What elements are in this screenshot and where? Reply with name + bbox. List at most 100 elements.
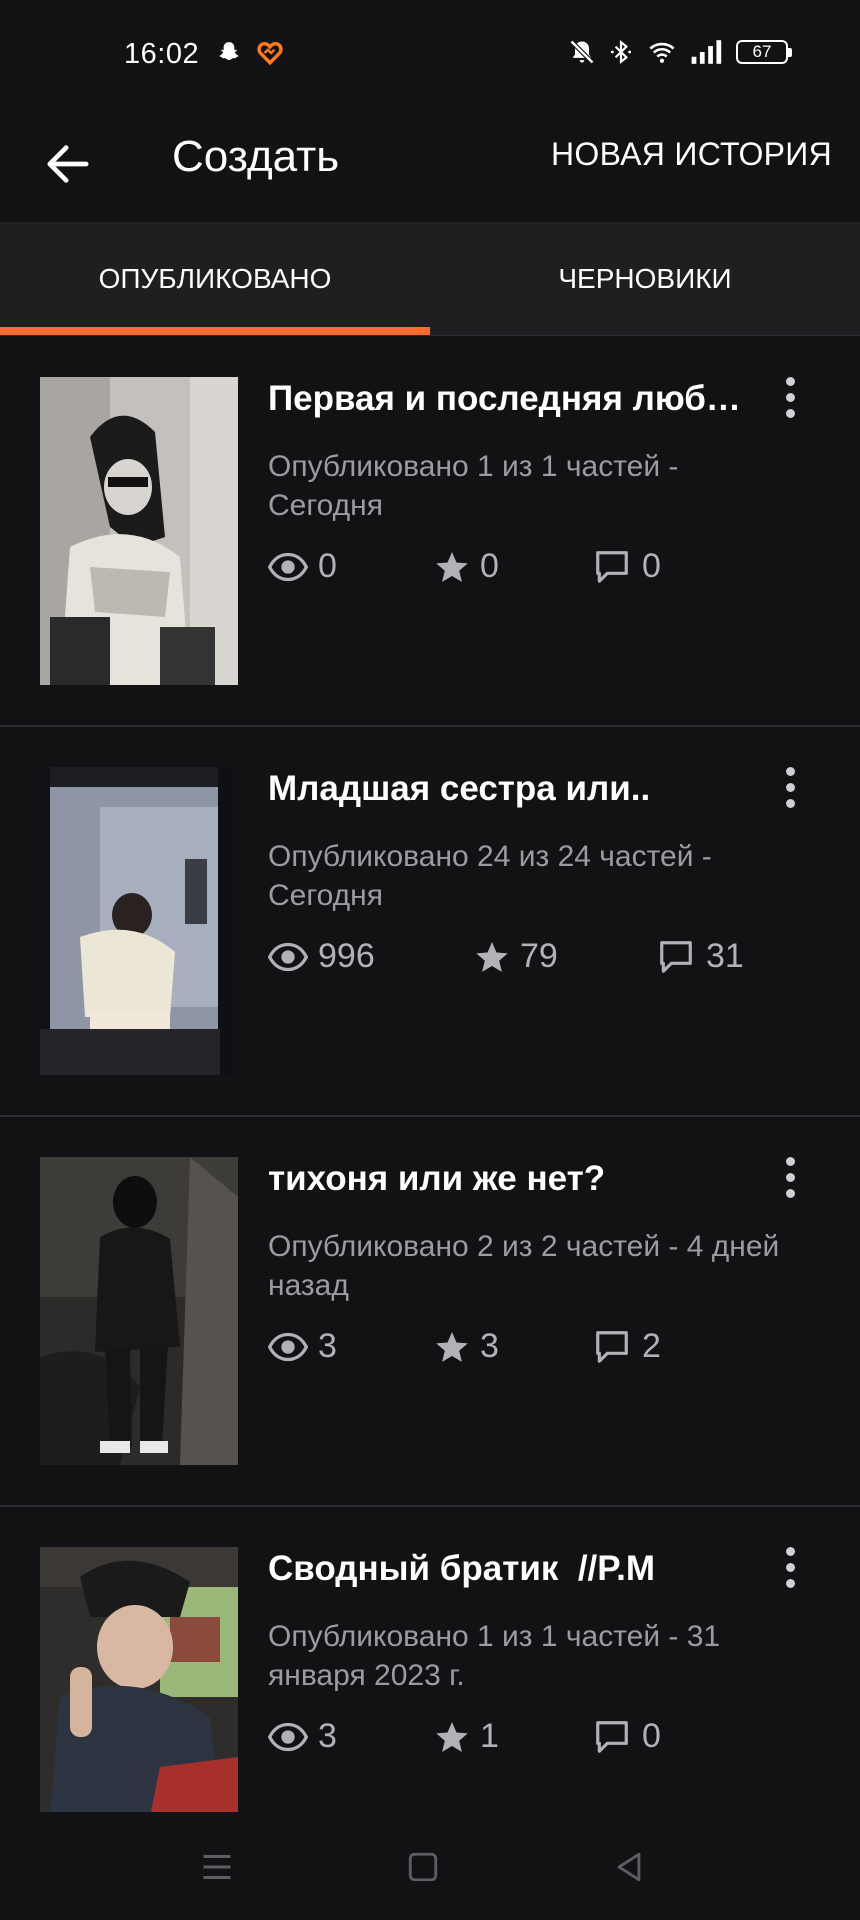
- arrow-left-icon: [47, 145, 89, 183]
- story-publish-info: Опубликовано 2 из 2 частей - 4 дней наза…: [268, 1230, 780, 1302]
- kebab-dot: [786, 782, 795, 792]
- comment-icon: [660, 940, 692, 973]
- views-count: 0: [318, 547, 337, 585]
- more-options-button[interactable]: [786, 759, 795, 815]
- status-time: 16:02: [124, 38, 200, 70]
- kebab-dot: [786, 1578, 795, 1588]
- story-cover[interactable]: [40, 1157, 238, 1465]
- kebab-dot: [786, 1546, 795, 1556]
- menu-icon: [203, 1855, 231, 1879]
- votes-count: 0: [480, 547, 499, 585]
- story-item[interactable]: тихоня или же нет? Опубликовано 2 из 2 ч…: [0, 1117, 860, 1507]
- story-title[interactable]: Сводный братик //P.M: [268, 1549, 758, 1589]
- page-title: Создать: [172, 132, 340, 181]
- story-title[interactable]: Первая и последняя люб…: [268, 379, 758, 419]
- status-bar: 16:02 67: [0, 0, 860, 110]
- comment-icon: [596, 550, 628, 583]
- votes-stat: 0: [434, 547, 499, 586]
- comments-count: 0: [642, 547, 661, 585]
- story-list: Первая и последняя люб… Опубликовано 1 и…: [0, 337, 860, 1877]
- story-cover[interactable]: [40, 377, 238, 685]
- story-cover[interactable]: [40, 1547, 238, 1817]
- story-publish-info: Опубликовано 24 из 24 частей - Сегодня: [268, 840, 712, 912]
- more-options-button[interactable]: [786, 1539, 795, 1595]
- battery-indicator: 67: [736, 40, 792, 64]
- app-header: Создать НОВАЯ ИСТОРИЯ: [0, 110, 860, 222]
- comments-count: 2: [642, 1327, 661, 1365]
- story-publish-info: Опубликовано 1 из 1 частей - Сегодня: [268, 450, 679, 522]
- views-stat: 3: [268, 1327, 337, 1366]
- views-stat: 0: [268, 547, 337, 586]
- snapchat-icon: [219, 42, 239, 61]
- new-story-button[interactable]: НОВАЯ ИСТОРИЯ: [551, 136, 832, 173]
- bluetooth-icon: [610, 39, 632, 65]
- story-stats: 996 79 31: [268, 937, 828, 985]
- story-item[interactable]: Младшая сестра или.. Опубликовано 24 из …: [0, 727, 860, 1117]
- votes-count: 3: [480, 1327, 499, 1365]
- views-stat: 3: [268, 1717, 337, 1756]
- back-button[interactable]: [40, 136, 96, 192]
- star-icon: [476, 941, 508, 972]
- votes-stat: 1: [434, 1717, 499, 1756]
- signal-icon: [691, 40, 722, 64]
- cover-image-1: [40, 377, 238, 685]
- comment-icon: [596, 1330, 628, 1363]
- comment-icon: [596, 1720, 628, 1753]
- eye-icon: [268, 552, 308, 581]
- more-options-button[interactable]: [786, 1149, 795, 1205]
- votes-count: 79: [520, 937, 558, 975]
- comments-count: 0: [642, 1717, 661, 1755]
- status-app-icons: [216, 40, 284, 66]
- nav-back-button[interactable]: [604, 1842, 654, 1892]
- nav-menu-button[interactable]: [192, 1842, 242, 1892]
- story-item[interactable]: Первая и последняя люб… Опубликовано 1 и…: [0, 337, 860, 727]
- story-publish-info: Опубликовано 1 из 1 частей - 31 января 2…: [268, 1620, 721, 1692]
- screen: 16:02 67 Создать НОВАЯ ИСТОРИЯ ОПУБЛИКОВ…: [0, 0, 860, 1920]
- app-heart-icon: [257, 41, 283, 66]
- story-stats: 3 3 2: [268, 1327, 828, 1375]
- story-title[interactable]: Младшая сестра или..: [268, 769, 758, 809]
- comments-stat: 2: [592, 1327, 661, 1366]
- star-icon: [436, 1721, 468, 1752]
- triangle-back-icon: [617, 1852, 641, 1882]
- star-icon: [436, 551, 468, 582]
- kebab-dot: [786, 392, 795, 402]
- votes-stat: 3: [434, 1327, 499, 1366]
- views-count: 3: [318, 1327, 337, 1365]
- kebab-dot: [786, 798, 795, 808]
- star-icon: [436, 1331, 468, 1362]
- cover-image-3: [40, 1157, 238, 1465]
- views-count: 3: [318, 1717, 337, 1755]
- votes-count: 1: [480, 1717, 499, 1755]
- cover-image-2: [40, 767, 238, 1075]
- kebab-dot: [786, 766, 795, 776]
- eye-icon: [268, 1332, 308, 1361]
- bell-off-icon: [569, 39, 595, 65]
- kebab-dot: [786, 1172, 795, 1182]
- battery-level: 67: [752, 42, 772, 61]
- wifi-icon: [649, 42, 675, 63]
- story-title[interactable]: тихоня или же нет?: [268, 1159, 758, 1199]
- story-stats: 0 0 0: [268, 547, 828, 595]
- views-count: 996: [318, 937, 375, 975]
- cover-image-4: [40, 1547, 238, 1817]
- kebab-dot: [786, 376, 795, 386]
- comments-stat: 0: [592, 547, 661, 586]
- more-options-button[interactable]: [786, 369, 795, 425]
- views-stat: 996: [268, 937, 375, 976]
- comments-count: 31: [706, 937, 744, 975]
- eye-icon: [268, 1722, 308, 1751]
- tab-bar: ОПУБЛИКОВАНО ЧЕРНОВИКИ: [0, 222, 860, 336]
- story-cover[interactable]: [40, 767, 238, 1075]
- kebab-dot: [786, 408, 795, 418]
- nav-home-button[interactable]: [398, 1842, 448, 1892]
- comments-stat: 31: [656, 937, 744, 976]
- tab-published[interactable]: ОПУБЛИКОВАНО: [0, 222, 430, 336]
- square-icon: [408, 1852, 438, 1882]
- system-nav-bar: [0, 1812, 860, 1920]
- status-right-icons: 67: [568, 38, 792, 66]
- tab-drafts[interactable]: ЧЕРНОВИКИ: [430, 222, 860, 336]
- kebab-dot: [786, 1562, 795, 1572]
- votes-stat: 79: [474, 937, 558, 976]
- kebab-dot: [786, 1188, 795, 1198]
